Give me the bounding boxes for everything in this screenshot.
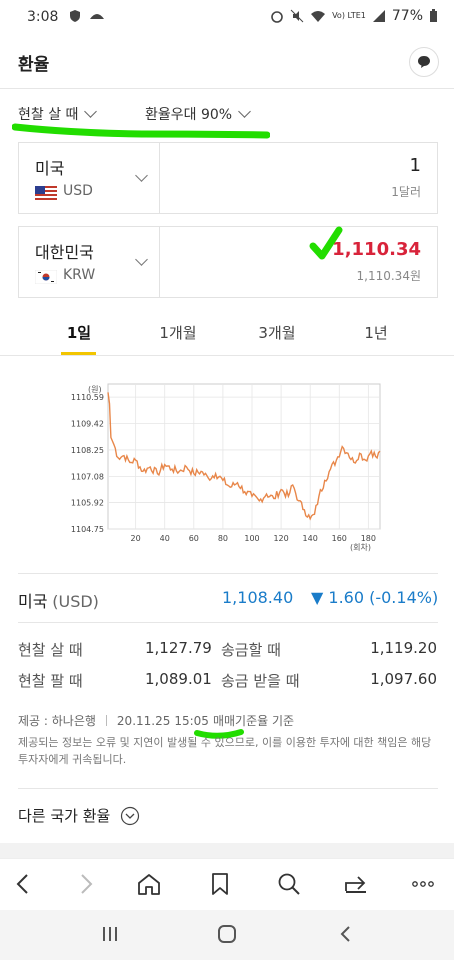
to-amount: 1,110.34 <box>332 239 421 260</box>
disclaimer-divider <box>18 788 438 789</box>
summary-country-block: 미국 (USD) <box>18 588 99 612</box>
to-country: 대한민국 <box>35 243 94 262</box>
x-ticks: 20 40 60 80 100 120 140 160 180 <box>131 534 376 543</box>
source-line: 제공 : 하나은행 20.11.25 15:05 매매기준율 기준 <box>18 712 294 729</box>
tab-1-year[interactable]: 1년 <box>336 322 416 343</box>
y-tick-label: 1107.08 <box>71 472 104 481</box>
status-time: 3:08 <box>27 9 59 25</box>
exchange-rate-chart: (원) 1110.591109.421108.251107.081105.921… <box>71 383 381 552</box>
x-tick-label: 20 <box>131 534 141 543</box>
battery-icon <box>430 9 437 22</box>
home-icon[interactable] <box>136 871 162 897</box>
mute-icon <box>290 9 304 23</box>
to-code: KRW <box>63 267 96 283</box>
to-currency-box: 대한민국 KRW 1,110.34 1,110.34원 <box>18 226 438 298</box>
x-tick-label: 60 <box>189 534 199 543</box>
us-flag-icon <box>35 186 57 200</box>
gap-band <box>0 843 454 858</box>
box-separator <box>159 227 160 297</box>
x-tick-label: 80 <box>218 534 228 543</box>
status-bar: 3:08 Vo) LTE1 77% <box>0 0 454 34</box>
chevron-down-icon[interactable] <box>135 253 148 266</box>
box-separator <box>159 143 160 213</box>
status-right: Vo) LTE1 77% <box>270 8 438 24</box>
alarm-icon <box>271 11 283 23</box>
recent-apps-icon[interactable] <box>100 924 120 944</box>
receive-value: 1,097.60 <box>370 670 437 688</box>
summary-country: 미국 <box>18 592 48 611</box>
y-tick-label: 1105.92 <box>71 499 104 508</box>
x-tick-label: 180 <box>361 534 376 543</box>
search-icon[interactable] <box>276 871 302 897</box>
chevron-down-icon <box>238 105 251 118</box>
summary-rate: 1,108.40 <box>222 588 294 607</box>
lte-label: Vo) LTE1 <box>332 11 366 20</box>
summary-change: ▼ 1.60 (-0.14%) <box>311 588 439 607</box>
shield-icon <box>70 10 80 22</box>
cash-buy-value: 1,127.79 <box>145 639 212 657</box>
source-separator <box>105 715 107 726</box>
wifi-icon <box>311 11 326 22</box>
tabs-divider <box>0 355 454 356</box>
chat-button[interactable] <box>409 47 439 77</box>
header-divider <box>0 88 454 89</box>
page-title: 환율 <box>18 55 50 75</box>
tab-3-months[interactable]: 3개월 <box>237 322 317 343</box>
cash-sell-label: 현찰 팔 때 <box>18 672 83 690</box>
chevron-down-icon[interactable] <box>135 169 148 182</box>
bookmark-icon[interactable] <box>207 871 233 897</box>
x-tick-label: 120 <box>273 534 288 543</box>
y-tick-label: 1110.59 <box>71 393 104 402</box>
from-code: USD <box>63 183 93 199</box>
send-value: 1,119.20 <box>370 639 437 657</box>
y-tick-label: 1104.75 <box>71 525 104 534</box>
x-tick-label: 140 <box>303 534 318 543</box>
header: 환율 <box>0 40 454 86</box>
x-tick-label: 100 <box>244 534 259 543</box>
source-provider: 제공 : 하나은행 <box>18 714 96 728</box>
receive-label: 송금 받을 때 <box>221 672 300 690</box>
to-amount-label: 1,110.34원 <box>356 269 421 283</box>
tab-1-month[interactable]: 1개월 <box>138 322 218 343</box>
other-rates-label: 다른 국가 환율 <box>18 807 111 825</box>
source-date: 20.11.25 <box>116 713 171 728</box>
kr-flag-icon <box>35 270 57 284</box>
chevron-down-icon <box>84 105 98 118</box>
summary-divider <box>18 622 438 623</box>
y-tick-label: 1108.25 <box>71 446 104 455</box>
from-amount[interactable]: 1 <box>410 155 421 176</box>
from-country: 미국 <box>35 159 65 178</box>
expand-circle-icon <box>121 806 140 825</box>
checkmark-icon <box>309 226 343 260</box>
system-back-icon[interactable] <box>336 924 356 944</box>
cash-buy-label: 현찰 살 때 <box>18 641 83 659</box>
chat-bubble-icon <box>418 56 430 68</box>
share-icon[interactable] <box>343 871 369 897</box>
home-button-icon[interactable] <box>216 923 238 945</box>
summary-code: (USD) <box>52 592 99 611</box>
y-tick-label: 1109.42 <box>71 420 104 429</box>
back-icon[interactable] <box>10 871 36 897</box>
y-ticks: 1110.59 1109.42 1108.25 1107.08 1105.92 1104.… <box>71 393 104 534</box>
from-amount-label: 1달러 <box>391 185 421 199</box>
battery-percent: 77% <box>391 8 423 24</box>
chart-divider <box>18 573 438 574</box>
bird-icon <box>90 14 104 19</box>
from-currency-box: 미국 USD 1 1달러 <box>18 142 438 214</box>
signal-icon <box>372 10 385 22</box>
more-icon[interactable] <box>410 871 436 897</box>
send-label: 송금할 때 <box>221 641 281 659</box>
cash-sell-value: 1,089.01 <box>145 670 212 688</box>
x-tick-label: 160 <box>332 534 347 543</box>
forward-icon[interactable] <box>73 871 99 897</box>
tab-1-day[interactable]: 1일 <box>39 322 119 343</box>
x-tick-label: 40 <box>160 534 170 543</box>
disclaimer: 제공되는 정보는 오류 및 지연이 발생될 수 있으므로, 이를 이용한 투자에… <box>18 736 432 766</box>
other-rates-toggle[interactable]: 다른 국가 환율 <box>18 805 140 826</box>
x-axis-label: (회차) <box>350 543 371 552</box>
